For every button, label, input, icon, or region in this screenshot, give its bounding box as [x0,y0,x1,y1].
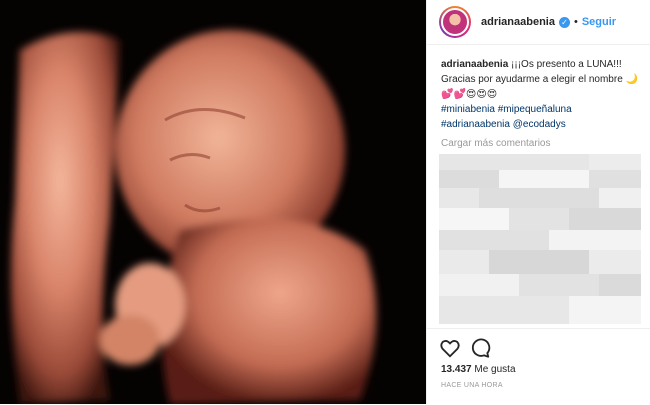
separator-dot: • [573,16,578,28]
likes-count[interactable]: 13.437 Me gusta [441,364,516,375]
verified-badge-icon: ✓ [558,16,570,28]
likes-label: Me gusta [474,364,516,375]
post-header: adrianaabenia ✓ • Seguir [427,0,650,45]
likes-number: 13.437 [441,364,472,375]
caption-text-line1: ¡¡¡Os presento a LUNA!!! [511,59,622,70]
load-more-comments-link[interactable]: Cargar más comentarios [427,132,650,149]
hashtag-link[interactable]: #mipequeñaluna [498,104,572,115]
post-caption: adrianaabenia ¡¡¡Os presento a LUNA!!! G… [427,45,650,132]
caption-author[interactable]: adrianaabenia [441,59,508,70]
comment-icon[interactable] [469,337,491,359]
post-actions: 13.437 Me gusta HACE UNA HORA [427,328,650,405]
hashtag-link[interactable]: #miniabenia [441,104,495,115]
avatar-image [441,8,469,36]
caption-text-line2: Gracias por ayudarme a elegir el nombre … [441,74,638,85]
post-image[interactable] [0,0,426,404]
username-link[interactable]: adrianaabenia [481,16,555,28]
avatar[interactable] [439,6,471,38]
comments-list-blurred [439,154,641,324]
mention-link[interactable]: @ecodadys [513,119,566,130]
caption-text-line3: 💕💕😍😍😍 [441,89,498,100]
ultrasound-image [0,0,426,404]
heart-icon[interactable] [439,337,461,359]
follow-button[interactable]: Seguir [582,16,616,28]
hashtag-link[interactable]: #adrianaabenia [441,119,510,130]
post-sidebar: adrianaabenia ✓ • Seguir adrianaabenia ¡… [426,0,650,404]
post-timestamp[interactable]: HACE UNA HORA [441,382,503,389]
